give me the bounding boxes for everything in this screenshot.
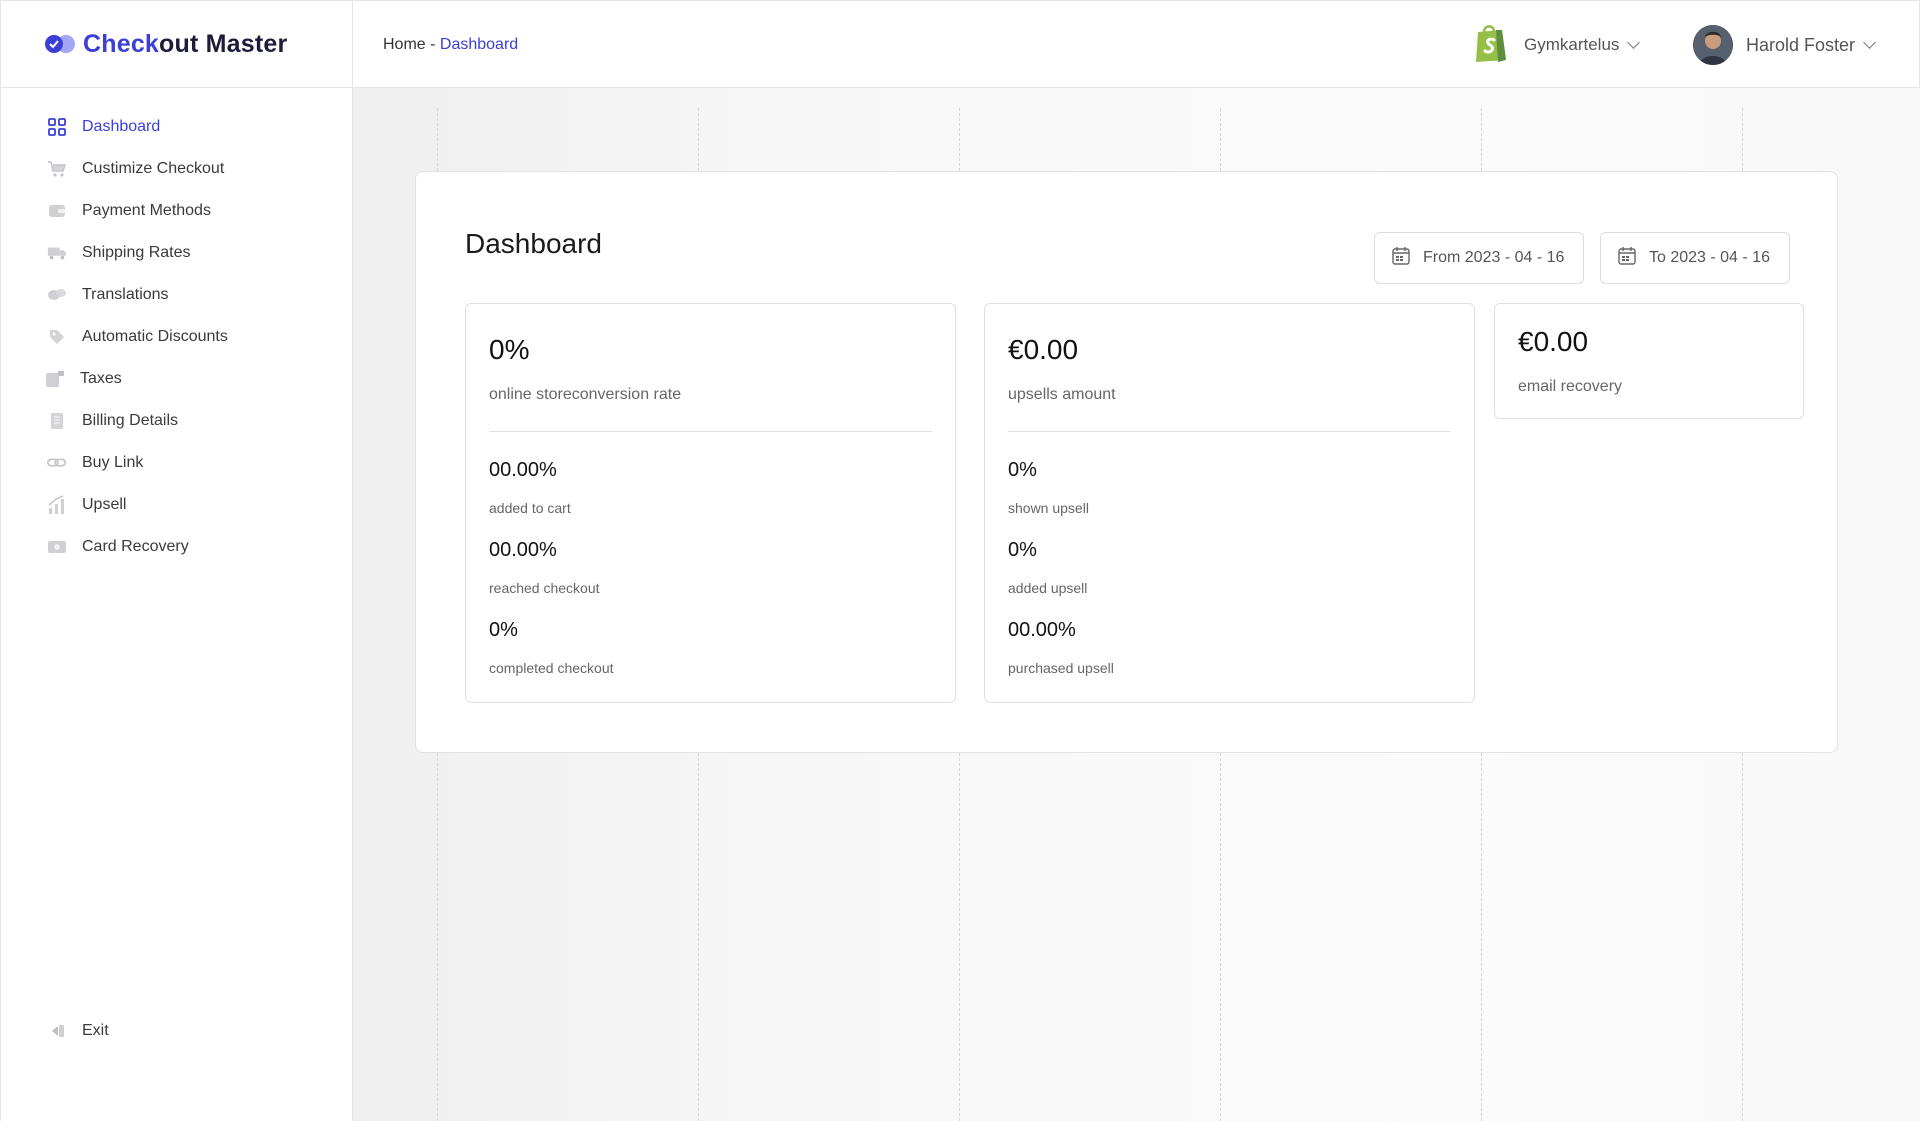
calendar-icon [1391, 246, 1411, 271]
sidebar-item-translations[interactable]: Translations [1, 274, 352, 316]
sidebar-item-label: Translations [82, 286, 169, 303]
completed-checkout-value: 0% [489, 619, 518, 641]
store-name: Gymkartelus [1524, 35, 1620, 54]
store-selector[interactable]: Gymkartelus [1472, 22, 1641, 69]
purchased-upsell-label: purchased upsell [1008, 660, 1114, 676]
shown-upsell-value: 0% [1008, 459, 1037, 481]
logo-icon [45, 33, 79, 55]
purchased-upsell-value: 00.00% [1008, 619, 1076, 641]
breadcrumb-home[interactable]: Home - [383, 36, 440, 53]
calendar-icon [1617, 246, 1637, 271]
sidebar-item-label: Automatic Discounts [82, 328, 228, 345]
upsells-card: €0.00 upsells amount 0% shown upsell 0% … [984, 303, 1475, 703]
upsells-amount-value: €0.00 [1008, 334, 1079, 365]
added-to-cart-value: 00.00% [489, 459, 557, 481]
completed-checkout-label: completed checkout [489, 660, 614, 676]
sidebar-item-card-recovery[interactable]: Card Recovery [1, 526, 352, 568]
sidebar: Checkout Master Dashboard Custimize Chec… [0, 0, 353, 1121]
receipt-icon [47, 411, 67, 431]
link-icon [47, 453, 67, 473]
shopify-icon [1472, 22, 1510, 69]
sidebar-item-automatic-discounts[interactable]: Automatic Discounts [1, 316, 352, 358]
chart-bar-icon [47, 495, 67, 515]
date-from-picker[interactable]: From 2023 - 04 - 16 [1374, 232, 1584, 284]
user-menu[interactable]: Harold Foster [1693, 25, 1876, 65]
upsells-amount-label: upsells amount [1008, 386, 1116, 403]
sidebar-item-label: Billing Details [82, 412, 179, 429]
tag-icon [47, 327, 67, 347]
date-to-label: To 2023 - 04 - 16 [1649, 249, 1770, 266]
app-logo[interactable]: Checkout Master [1, 0, 352, 88]
top-header: Home - Dashboard Gymkartelus Harold Fost… [353, 0, 1920, 88]
sidebar-item-label: Shipping Rates [82, 244, 191, 261]
reached-checkout-value: 00.00% [489, 539, 557, 561]
shown-upsell-label: shown upsell [1008, 500, 1089, 516]
sidebar-item-label: Upsell [82, 496, 127, 513]
reached-checkout-label: reached checkout [489, 580, 600, 596]
avatar [1693, 25, 1733, 65]
sidebar-item-shipping-rates[interactable]: Shipping Rates [1, 232, 352, 274]
sidebar-item-taxes[interactable]: Taxes [1, 358, 352, 400]
sidebar-item-label: Dashboard [82, 118, 161, 135]
sidebar-item-billing-details[interactable]: Billing Details [1, 400, 352, 442]
truck-icon [47, 243, 67, 263]
grid-icon [47, 117, 67, 137]
conversion-card: 0% online storeconversion rate 00.00% ad… [465, 303, 956, 703]
sidebar-item-label: Custimize Checkout [82, 160, 225, 177]
sidebar-item-buy-link[interactable]: Buy Link [1, 442, 352, 484]
sidebar-item-label: Card Recovery [82, 538, 189, 555]
sidebar-item-customize-checkout[interactable]: Custimize Checkout [1, 148, 352, 190]
document-icon [45, 369, 65, 389]
sidebar-item-label: Buy Link [82, 454, 144, 471]
wallet-icon [47, 201, 67, 221]
dashboard-panel: Dashboard From 2023 - 04 - 16 To 2023 - … [415, 171, 1838, 753]
email-recovery-label: email recovery [1518, 378, 1623, 395]
conversion-rate-label: online storeconversion rate [489, 386, 682, 403]
user-name: Harold Foster [1746, 34, 1856, 55]
divider [489, 431, 932, 432]
chevron-down-icon [1863, 36, 1876, 49]
breadcrumb: Home - Dashboard [383, 36, 518, 54]
money-icon [47, 537, 67, 557]
divider [1008, 431, 1451, 432]
sidebar-item-label: Payment Methods [82, 202, 211, 219]
exit-button[interactable]: Exit [1, 1010, 109, 1052]
conversion-rate-value: 0% [489, 334, 530, 365]
added-to-cart-label: added to cart [489, 500, 571, 516]
email-recovery-value: €0.00 [1518, 326, 1589, 357]
exit-label: Exit [82, 1022, 109, 1039]
breadcrumb-current: Dashboard [439, 36, 519, 53]
page-title: Dashboard [465, 228, 602, 259]
chevron-down-icon [1627, 36, 1641, 49]
chat-icon [47, 285, 67, 305]
sidebar-item-upsell[interactable]: Upsell [1, 484, 352, 526]
added-upsell-value: 0% [1008, 539, 1037, 561]
exit-icon [47, 1021, 67, 1041]
added-upsell-label: added upsell [1008, 580, 1088, 596]
cart-icon [47, 159, 67, 179]
date-to-picker[interactable]: To 2023 - 04 - 16 [1600, 232, 1790, 284]
date-from-label: From 2023 - 04 - 16 [1423, 249, 1565, 266]
sidebar-item-label: Taxes [80, 370, 122, 387]
app-name: Checkout Master [83, 29, 288, 58]
email-recovery-card: €0.00 email recovery [1494, 303, 1804, 419]
sidebar-item-dashboard[interactable]: Dashboard [1, 106, 352, 148]
sidebar-item-payment-methods[interactable]: Payment Methods [1, 190, 352, 232]
sidebar-nav: Dashboard Custimize Checkout Payment Met… [1, 88, 352, 568]
